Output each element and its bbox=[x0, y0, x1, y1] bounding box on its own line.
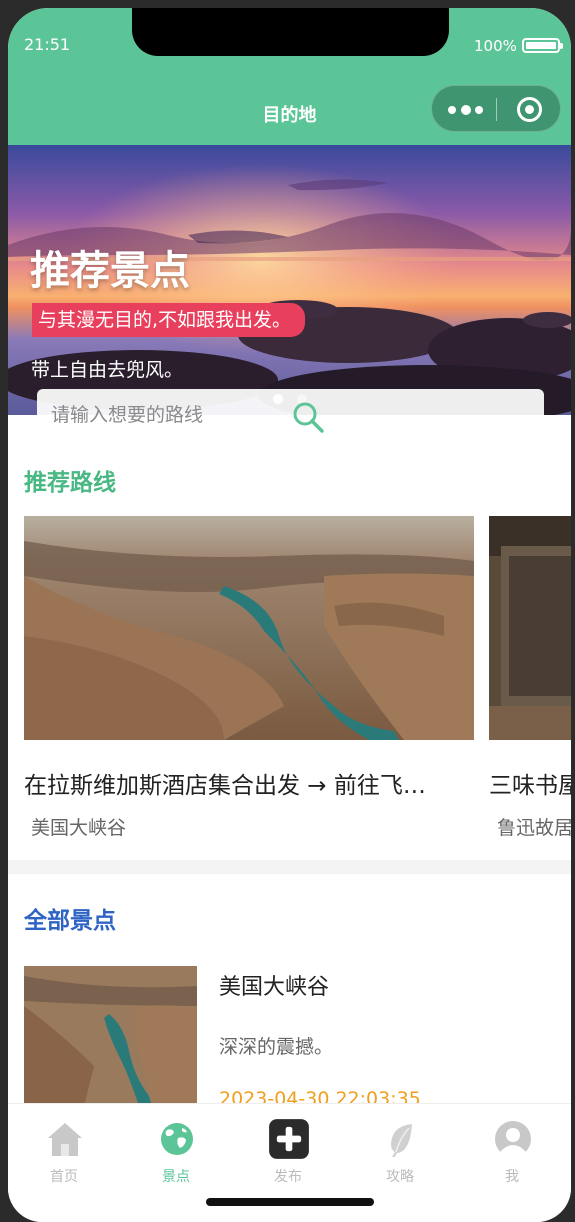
status-time: 21:51 bbox=[24, 35, 71, 54]
tab-label: 我 bbox=[505, 1169, 519, 1185]
section-title-routes: 推荐路线 bbox=[24, 470, 116, 496]
spot-description: 深深的震撼。 bbox=[219, 1036, 334, 1058]
spot-name: 美国大峡谷 bbox=[219, 975, 330, 1000]
route-card-subtitle: 鲁迅故居 bbox=[497, 817, 571, 839]
tab-me[interactable]: 我 bbox=[456, 1104, 568, 1185]
banner-title: 推荐景点 bbox=[30, 248, 190, 294]
top-bar: 21:51 100% 目的地 bbox=[8, 8, 571, 145]
tab-home[interactable]: 首页 bbox=[8, 1104, 120, 1185]
tab-label: 发布 bbox=[274, 1169, 302, 1185]
tab-label: 景点 bbox=[162, 1169, 190, 1185]
tab-label: 首页 bbox=[50, 1169, 78, 1185]
notch bbox=[132, 8, 449, 56]
section-title-spots: 全部景点 bbox=[24, 908, 116, 934]
tab-spots[interactable]: 景点 bbox=[120, 1104, 232, 1185]
mini-program-capsule bbox=[431, 85, 561, 132]
tab-guides[interactable]: 攻略 bbox=[344, 1104, 456, 1185]
spot-image bbox=[24, 966, 197, 1106]
route-card-title: 三味书屋 bbox=[489, 773, 571, 799]
tab-publish[interactable]: 发布 bbox=[232, 1104, 344, 1185]
route-card-image bbox=[24, 516, 474, 740]
search-input[interactable] bbox=[51, 399, 281, 431]
battery-icon bbox=[522, 38, 563, 53]
more-icon[interactable] bbox=[448, 99, 488, 119]
plus-icon bbox=[269, 1119, 309, 1159]
capsule-divider bbox=[496, 98, 497, 121]
banner-tag: 与其漫无目的,不如跟我出发。 bbox=[32, 303, 306, 337]
tab-label: 攻略 bbox=[386, 1169, 414, 1185]
section-divider bbox=[8, 860, 571, 874]
phone-screen: 21:51 100% 目的地 推荐景点 与其漫无目的,不如跟我出发。 带上自由去… bbox=[8, 8, 571, 1222]
close-miniprogram-icon[interactable] bbox=[517, 97, 542, 122]
route-card-title: 在拉斯维加斯酒店集合出发 → 前往飞… bbox=[24, 773, 426, 799]
home-indicator bbox=[206, 1198, 374, 1206]
search-bar bbox=[37, 389, 544, 441]
banner-subtitle: 带上自由去兜风。 bbox=[31, 359, 184, 381]
route-card-image bbox=[489, 516, 571, 740]
globe-icon bbox=[161, 1123, 193, 1155]
search-icon[interactable] bbox=[290, 399, 326, 435]
battery-percent: 100% bbox=[474, 37, 517, 55]
user-icon bbox=[495, 1121, 531, 1157]
leaf-icon bbox=[391, 1124, 412, 1157]
banner-carousel[interactable]: 推荐景点 与其漫无目的,不如跟我出发。 带上自由去兜风。 bbox=[8, 145, 571, 415]
route-card-subtitle: 美国大峡谷 bbox=[31, 817, 127, 839]
home-icon bbox=[48, 1123, 82, 1156]
